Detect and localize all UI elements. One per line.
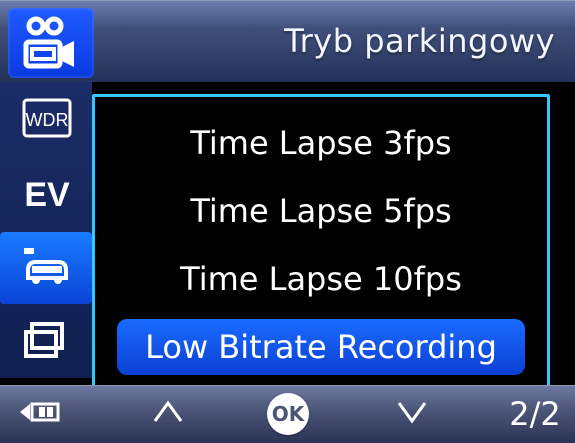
menu-item-low-bitrate-recording[interactable]: Low Bitrate Recording bbox=[117, 319, 525, 375]
menu-item-timelapse-10fps[interactable]: Time Lapse 10fps bbox=[95, 251, 547, 307]
menu-item-timelapse-3fps[interactable]: Time Lapse 3fps bbox=[95, 115, 547, 171]
chevron-up-icon bbox=[151, 399, 185, 429]
chevron-down-icon bbox=[395, 399, 429, 429]
camera-settings-screen: Tryb parkingowy WDR EV Time Lapse 3fps T… bbox=[0, 0, 575, 443]
bottom-control-bar: OK 2/2 bbox=[0, 385, 575, 443]
sidebar-item-ev[interactable]: EV bbox=[0, 156, 92, 228]
ev-icon: EV bbox=[18, 168, 76, 216]
svg-text:WDR: WDR bbox=[26, 110, 69, 130]
parking-camera-icon bbox=[8, 8, 94, 78]
menu-item-timelapse-5fps[interactable]: Time Lapse 5fps bbox=[95, 183, 547, 239]
sidebar-item-parking[interactable] bbox=[0, 232, 92, 304]
sidebar-item-screen[interactable] bbox=[0, 304, 92, 376]
page-number: 2/2 bbox=[509, 395, 561, 433]
back-button[interactable] bbox=[10, 385, 70, 443]
down-button[interactable] bbox=[382, 385, 442, 443]
screen-toggle-icon bbox=[18, 316, 76, 364]
back-icon bbox=[16, 398, 64, 430]
svg-text:EV: EV bbox=[24, 176, 70, 214]
ok-button[interactable]: OK bbox=[258, 385, 318, 443]
ok-button-label: OK bbox=[267, 393, 309, 435]
options-panel: Time Lapse 3fps Time Lapse 5fps Time Lap… bbox=[92, 94, 550, 390]
page-indicator: 2/2 bbox=[500, 385, 570, 443]
header-bar: Tryb parkingowy bbox=[0, 0, 575, 82]
up-button[interactable] bbox=[138, 385, 198, 443]
sidebar-item-wdr[interactable]: WDR bbox=[0, 82, 92, 154]
wdr-icon: WDR bbox=[18, 94, 76, 142]
page-title: Tryb parkingowy bbox=[284, 22, 555, 60]
settings-sidebar: WDR EV bbox=[0, 82, 92, 378]
parking-car-icon bbox=[18, 244, 76, 292]
